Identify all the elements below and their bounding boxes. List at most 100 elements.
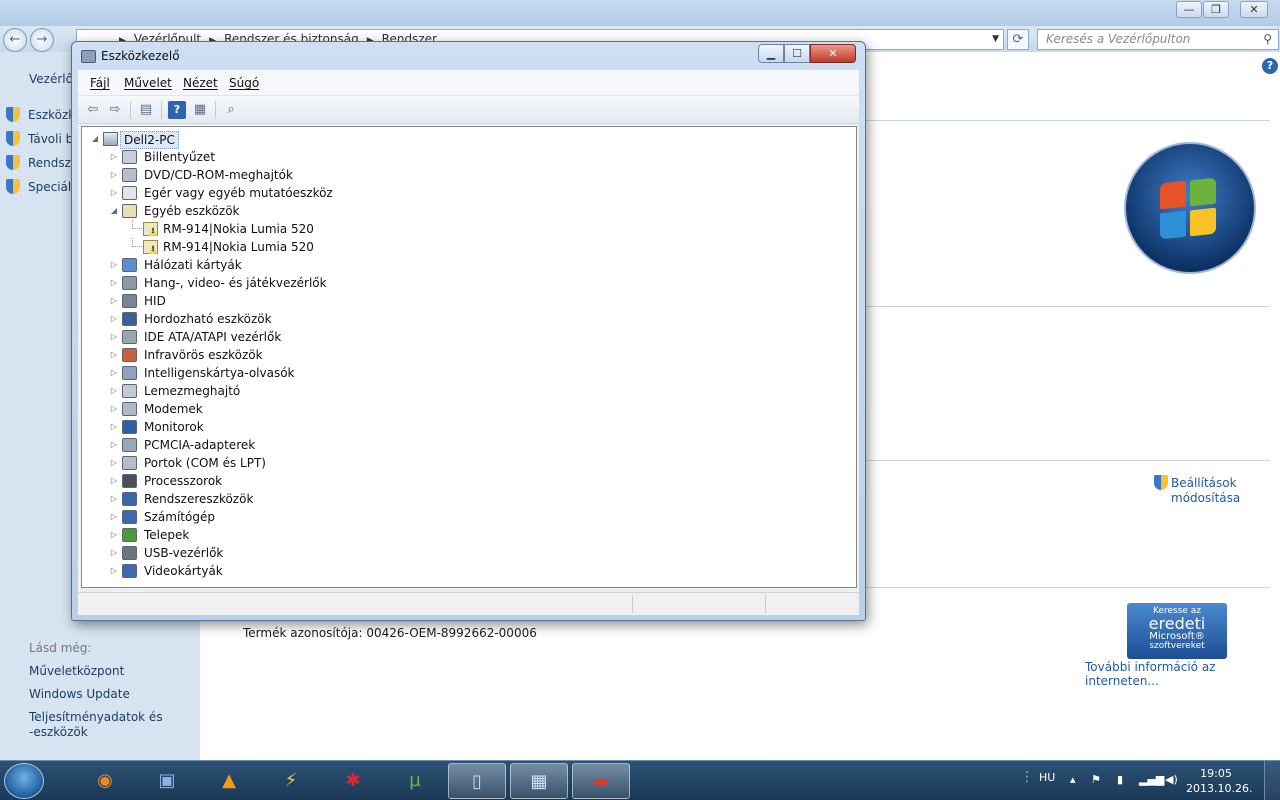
tree-root[interactable]: ◢ Dell2-PC bbox=[82, 130, 382, 149]
device-tree[interactable]: ◢ Dell2-PC ▷ Billentyűzet ▷ DVD/CD-ROM-megh… bbox=[81, 126, 857, 588]
tree-device[interactable]: RM-914|Nokia Lumia 520 bbox=[82, 220, 482, 238]
taskbar-button-firefox[interactable]: ◉ bbox=[76, 763, 134, 799]
tray-expand-icon[interactable]: ▴ bbox=[1070, 773, 1076, 786]
tree-category[interactable]: ▷ PCMCIA-adapterek bbox=[82, 436, 482, 454]
taskbar-button-vlc[interactable]: ▲ bbox=[200, 763, 258, 799]
taskbar-button-phone[interactable]: ▯ bbox=[448, 763, 506, 799]
scan-hardware-icon[interactable]: ⌕ bbox=[222, 101, 240, 119]
properties-icon[interactable]: ▦ bbox=[191, 101, 209, 119]
expand-icon[interactable]: ▷ bbox=[109, 148, 119, 166]
collapse-icon[interactable]: ◢ bbox=[109, 202, 119, 220]
more-info-link[interactable]: További információ az interneten... bbox=[1085, 660, 1280, 688]
expand-icon[interactable]: ▷ bbox=[109, 328, 119, 346]
tree-category[interactable]: ▷ Egér vagy egyéb mutatóeszköz bbox=[82, 184, 482, 202]
tree-category[interactable]: ▷ Hordozható eszközök bbox=[82, 310, 482, 328]
expand-icon[interactable]: ▷ bbox=[109, 454, 119, 472]
tree-category[interactable]: ◢ Egyéb eszközök bbox=[82, 202, 482, 220]
taskbar-button-save[interactable]: ▣ bbox=[138, 763, 196, 799]
tree-category[interactable]: ▷ Hang-, video- és játékvezérlők bbox=[82, 274, 482, 292]
close-button[interactable]: ✕ bbox=[810, 44, 856, 63]
expand-icon[interactable]: ▷ bbox=[109, 400, 119, 418]
expand-icon[interactable]: ▷ bbox=[109, 310, 119, 328]
expand-icon[interactable]: ▷ bbox=[109, 382, 119, 400]
tree-category[interactable]: ▷ Számítógép bbox=[82, 508, 482, 526]
menu-file[interactable]: Fájl bbox=[90, 76, 110, 90]
device-manager-titlebar[interactable]: Eszközkezelő ▁ ☐ ✕ bbox=[72, 42, 865, 70]
taskbar-button-utorrent[interactable]: µ bbox=[386, 763, 444, 799]
help-icon[interactable]: ? bbox=[168, 101, 186, 119]
tree-category[interactable]: ▷ Rendszereszközök bbox=[82, 490, 482, 508]
start-button[interactable] bbox=[4, 763, 44, 799]
tree-category[interactable]: ▷ Processzorok bbox=[82, 472, 482, 490]
expand-icon[interactable]: ▷ bbox=[109, 436, 119, 454]
taskbar-button-winamp[interactable]: ⚡ bbox=[262, 763, 320, 799]
minimize-button[interactable]: ▁ bbox=[758, 44, 784, 63]
tree-category[interactable]: ▷ IDE ATA/ATAPI vezérlők bbox=[82, 328, 482, 346]
expand-icon[interactable]: ▷ bbox=[109, 364, 119, 382]
sidebar-link-device-manager[interactable]: Eszközk bbox=[6, 107, 75, 122]
menu-action[interactable]: Művelet bbox=[124, 76, 172, 90]
sidebar-link-system-protection[interactable]: Rendsze bbox=[6, 155, 78, 170]
tree-category[interactable]: ▷ DVD/CD-ROM-meghajtók bbox=[82, 166, 482, 184]
menu-help[interactable]: Súgó bbox=[229, 76, 259, 90]
show-desktop-button[interactable] bbox=[1264, 761, 1280, 800]
expand-icon[interactable]: ▷ bbox=[109, 256, 119, 274]
refresh-button[interactable]: ⟳ bbox=[1007, 29, 1029, 50]
taskbar-button-splat[interactable]: ✱ bbox=[324, 763, 382, 799]
tree-category[interactable]: ▷ Intelligenskártya-olvasók bbox=[82, 364, 482, 382]
genuine-microsoft-badge[interactable]: Keresse az eredeti Microsoft® szoftverek… bbox=[1127, 603, 1227, 659]
chevron-down-icon[interactable]: ▼ bbox=[992, 30, 999, 49]
expand-icon[interactable]: ▷ bbox=[109, 418, 119, 436]
search-icon[interactable]: ⚲ bbox=[1263, 30, 1272, 49]
volume-icon[interactable]: ◀) bbox=[1165, 773, 1178, 786]
forward-button[interactable]: → bbox=[30, 28, 54, 52]
collapse-icon[interactable]: ◢ bbox=[90, 130, 100, 148]
back-arrow-icon[interactable]: ⇦ bbox=[84, 101, 102, 119]
tree-category[interactable]: ▷ Modemek bbox=[82, 400, 482, 418]
back-button[interactable]: ← bbox=[3, 28, 27, 52]
help-icon[interactable]: ? bbox=[1262, 58, 1278, 74]
tree-category[interactable]: ▷ USB-vezérlők bbox=[82, 544, 482, 562]
search-input[interactable]: Keresés a Vezérlőpulton ⚲ bbox=[1037, 29, 1279, 50]
tree-category[interactable]: ▷ Portok (COM és LPT) bbox=[82, 454, 482, 472]
expand-icon[interactable]: ▷ bbox=[109, 292, 119, 310]
maximize-button[interactable]: ☐ bbox=[784, 44, 810, 63]
tree-category[interactable]: ▷ Hálózati kártyák bbox=[82, 256, 482, 274]
tree-category[interactable]: ▷ HID bbox=[82, 292, 482, 310]
tree-category[interactable]: ▷ Telepek bbox=[82, 526, 482, 544]
network-signal-icon[interactable]: ▂▄▆ bbox=[1139, 773, 1164, 786]
tree-category[interactable]: ▷ Billentyűzet bbox=[82, 148, 482, 166]
taskbar-button-device-manager[interactable]: ▬ bbox=[572, 763, 630, 799]
expand-icon[interactable]: ▷ bbox=[109, 508, 119, 526]
see-also-performance[interactable]: Teljesítményadatok és -eszközök bbox=[29, 710, 163, 740]
tree-device[interactable]: RM-914|Nokia Lumia 520 bbox=[82, 238, 482, 256]
maximize-button[interactable]: ❐ bbox=[1203, 1, 1229, 18]
see-also-action-center[interactable]: Műveletközpont bbox=[29, 664, 124, 679]
language-indicator[interactable]: HU bbox=[1039, 771, 1055, 784]
tree-category[interactable]: ▷ Videokártyák bbox=[82, 562, 482, 580]
tree-category[interactable]: ▷ Monitorok bbox=[82, 418, 482, 436]
tree-category[interactable]: ▷ Lemezmeghajtó bbox=[82, 382, 482, 400]
menu-view[interactable]: Nézet bbox=[183, 76, 218, 90]
sidebar-link-remote[interactable]: Távoli b bbox=[6, 131, 73, 146]
expand-icon[interactable]: ▷ bbox=[109, 346, 119, 364]
expand-icon[interactable]: ▷ bbox=[109, 166, 119, 184]
battery-icon[interactable]: ▮ bbox=[1117, 773, 1123, 786]
forward-arrow-icon[interactable]: ⇨ bbox=[106, 101, 124, 119]
change-settings-link[interactable]: Beállítások módosítása bbox=[1154, 475, 1240, 506]
see-also-windows-update[interactable]: Windows Update bbox=[29, 687, 130, 702]
expand-icon[interactable]: ▷ bbox=[109, 184, 119, 202]
expand-icon[interactable]: ▷ bbox=[109, 544, 119, 562]
clock[interactable]: 19:05 2013.10.26. bbox=[1186, 766, 1252, 796]
show-hide-icon[interactable]: ▤ bbox=[137, 101, 155, 119]
tree-category[interactable]: ▷ Infravörös eszközök bbox=[82, 346, 482, 364]
sidebar-link-advanced[interactable]: Speciális bbox=[6, 179, 81, 194]
taskbar-button-control-panel[interactable]: ▦ bbox=[510, 763, 568, 799]
expand-icon[interactable]: ▷ bbox=[109, 490, 119, 508]
expand-icon[interactable]: ▷ bbox=[109, 562, 119, 580]
minimize-button[interactable]: — bbox=[1176, 1, 1202, 18]
action-center-flag-icon[interactable]: ⚑ bbox=[1091, 773, 1101, 786]
expand-icon[interactable]: ▷ bbox=[109, 274, 119, 292]
expand-icon[interactable]: ▷ bbox=[109, 526, 119, 544]
expand-icon[interactable]: ▷ bbox=[109, 472, 119, 490]
